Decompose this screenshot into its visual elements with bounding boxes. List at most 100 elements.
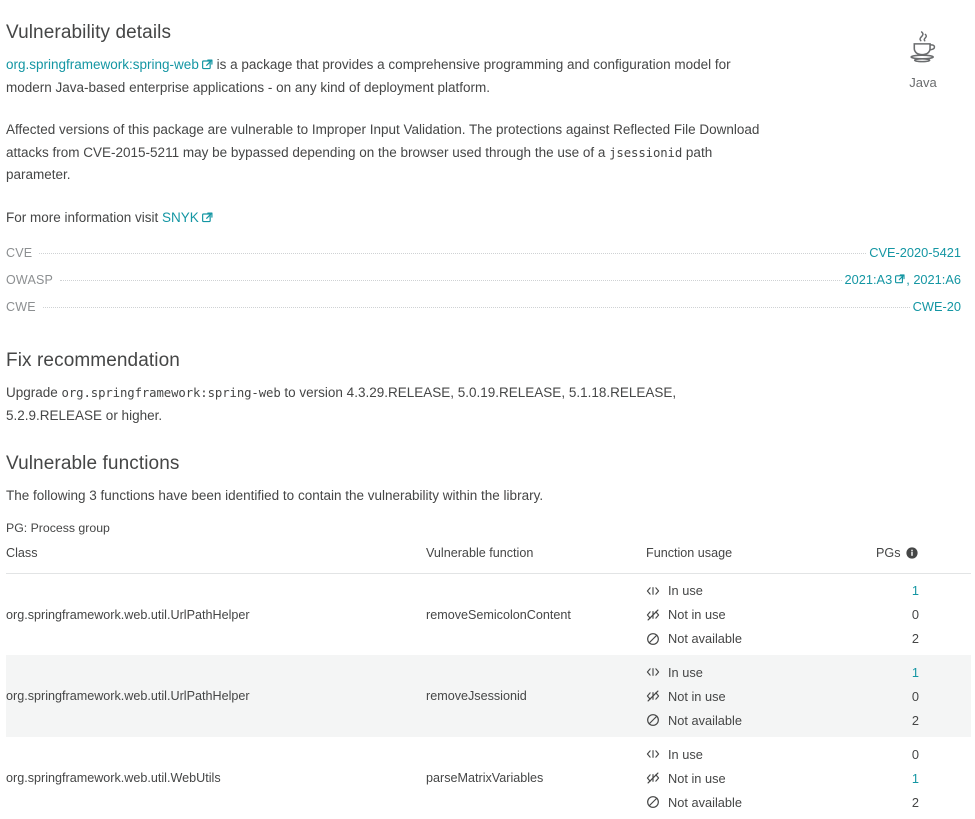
usage-label-not-available: Not available bbox=[668, 631, 742, 646]
meta-key-cve: CVE bbox=[6, 246, 36, 260]
code-brackets-icon bbox=[646, 665, 660, 679]
pg-line-group: 0 1 2 bbox=[876, 746, 971, 811]
pg-count-not-in-use: 0 bbox=[876, 606, 971, 623]
cell-pgs: 0 1 2 bbox=[876, 737, 971, 819]
java-coffee-cup-icon bbox=[901, 58, 945, 73]
cell-function: parseMatrixVariables bbox=[426, 737, 646, 819]
external-link-icon[interactable] bbox=[202, 59, 213, 70]
vulnerability-intro-paragraph: org.springframework:spring-web is a pack… bbox=[6, 54, 766, 99]
package-link[interactable]: org.springframework:spring-web bbox=[6, 57, 199, 72]
table-body: org.springframework.web.util.UrlPathHelp… bbox=[6, 573, 971, 819]
usage-label-not-available: Not available bbox=[668, 713, 742, 728]
usage-line-not-in-use: Not in use bbox=[646, 688, 876, 705]
usage-label-not-in-use: Not in use bbox=[668, 771, 726, 786]
cell-function: removeSemicolonContent bbox=[426, 573, 646, 655]
fix-recommendation-section: Fix recommendation Upgrade org.springfra… bbox=[6, 350, 961, 427]
usage-line-group: In use Not in use Not available bbox=[646, 746, 876, 811]
owasp-a3-link[interactable]: 2021:A3 bbox=[845, 272, 893, 287]
cell-class: org.springframework.web.util.WebUtils bbox=[6, 737, 426, 819]
process-group-note: PG: Process group bbox=[6, 521, 961, 535]
cwe-link[interactable]: CWE-20 bbox=[913, 299, 961, 314]
fix-package-name: org.springframework:spring-web bbox=[62, 386, 281, 400]
table-header-row: Class Vulnerable function Function usage… bbox=[6, 546, 971, 574]
column-header-function: Vulnerable function bbox=[426, 546, 646, 574]
usage-line-not-available: Not available bbox=[646, 794, 876, 811]
vulnerable-functions-section: Vulnerable functions The following 3 fun… bbox=[6, 453, 961, 819]
usage-line-not-available: Not available bbox=[646, 630, 876, 647]
column-header-class: Class bbox=[6, 546, 426, 574]
column-header-pgs-label: PGs bbox=[876, 546, 901, 560]
vulnerable-functions-title: Vulnerable functions bbox=[6, 453, 961, 475]
cell-usage: In use Not in use Not available bbox=[646, 737, 876, 819]
meta-row-cve: CVE CVE-2020-5421 bbox=[6, 245, 961, 272]
usage-label-in-use: In use bbox=[668, 665, 703, 680]
language-badge-label: Java bbox=[887, 75, 959, 90]
meta-leader-dots bbox=[60, 280, 841, 281]
meta-key-owasp: OWASP bbox=[6, 273, 57, 287]
meta-leader-dots bbox=[39, 253, 866, 254]
vulnerable-functions-table: Class Vulnerable function Function usage… bbox=[6, 546, 971, 819]
pg-count-not-available: 2 bbox=[876, 794, 971, 811]
cell-class: org.springframework.web.util.UrlPathHelp… bbox=[6, 655, 426, 737]
pg-count-not-in-use[interactable]: 1 bbox=[876, 770, 971, 787]
external-link-icon[interactable] bbox=[895, 274, 906, 285]
pg-count-in-use[interactable]: 1 bbox=[876, 582, 971, 599]
more-information-paragraph: For more information visit SNYK bbox=[6, 207, 766, 230]
cell-pgs: 1 0 2 bbox=[876, 573, 971, 655]
fix-recommendation-paragraph: Upgrade org.springframework:spring-web t… bbox=[6, 382, 766, 427]
meta-leader-dots bbox=[43, 307, 910, 308]
usage-label-not-in-use: Not in use bbox=[668, 607, 726, 622]
pg-line-group: 1 0 2 bbox=[876, 664, 971, 729]
language-badge: Java bbox=[887, 26, 959, 90]
more-info-prefix: For more information visit bbox=[6, 210, 162, 225]
vulnerability-details-title: Vulnerability details bbox=[6, 22, 961, 44]
usage-line-not-in-use: Not in use bbox=[646, 770, 876, 787]
vulnerability-meta-list: CVE CVE-2020-5421 OWASP 2021:A3 , 2021:A6… bbox=[6, 245, 961, 326]
pg-count-not-in-use: 0 bbox=[876, 688, 971, 705]
usage-line-not-available: Not available bbox=[646, 712, 876, 729]
meta-value-cve: CVE-2020-5421 bbox=[869, 245, 961, 260]
pg-count-in-use: 0 bbox=[876, 746, 971, 763]
usage-label-not-in-use: Not in use bbox=[668, 689, 726, 704]
code-brackets-slashed-icon bbox=[646, 771, 660, 785]
meta-key-cwe: CWE bbox=[6, 300, 40, 314]
usage-line-in-use: In use bbox=[646, 582, 876, 599]
usage-line-group: In use Not in use Not available bbox=[646, 582, 876, 647]
snyk-link[interactable]: SNYK bbox=[162, 210, 199, 225]
external-link-icon[interactable] bbox=[202, 212, 213, 223]
column-header-pgs: PGs bbox=[876, 546, 971, 574]
pg-count-not-available: 2 bbox=[876, 712, 971, 729]
meta-row-cwe: CWE CWE-20 bbox=[6, 299, 961, 326]
cve-link[interactable]: CVE-2020-5421 bbox=[869, 245, 961, 260]
pg-line-group: 1 0 2 bbox=[876, 582, 971, 647]
table-row[interactable]: org.springframework.web.util.UrlPathHelp… bbox=[6, 573, 971, 655]
code-brackets-icon bbox=[646, 747, 660, 761]
meta-value-cwe: CWE-20 bbox=[913, 299, 961, 314]
owasp-a6-link[interactable]: , 2021:A6 bbox=[906, 272, 961, 287]
circle-slash-icon bbox=[646, 795, 660, 809]
vulnerability-description-paragraph: Affected versions of this package are vu… bbox=[6, 119, 766, 187]
code-brackets-icon bbox=[646, 584, 660, 598]
description-mono-token: jsessionid bbox=[609, 146, 682, 160]
code-brackets-slashed-icon bbox=[646, 608, 660, 622]
usage-line-group: In use Not in use Not available bbox=[646, 664, 876, 729]
circle-slash-icon bbox=[646, 713, 660, 727]
table-row[interactable]: org.springframework.web.util.UrlPathHelp… bbox=[6, 655, 971, 737]
code-brackets-slashed-icon bbox=[646, 689, 660, 703]
usage-label-not-available: Not available bbox=[668, 795, 742, 810]
cell-usage: In use Not in use Not available bbox=[646, 655, 876, 737]
usage-label-in-use: In use bbox=[668, 747, 703, 762]
info-icon[interactable] bbox=[906, 547, 918, 559]
cell-pgs: 1 0 2 bbox=[876, 655, 971, 737]
cell-class: org.springframework.web.util.UrlPathHelp… bbox=[6, 573, 426, 655]
cell-usage: In use Not in use Not available bbox=[646, 573, 876, 655]
usage-line-not-in-use: Not in use bbox=[646, 606, 876, 623]
fix-prefix: Upgrade bbox=[6, 385, 62, 400]
meta-value-owasp: 2021:A3 , 2021:A6 bbox=[845, 272, 961, 287]
pg-count-in-use[interactable]: 1 bbox=[876, 664, 971, 681]
usage-label-in-use: In use bbox=[668, 583, 703, 598]
circle-slash-icon bbox=[646, 632, 660, 646]
fix-recommendation-title: Fix recommendation bbox=[6, 350, 961, 372]
vulnerable-functions-subtitle: The following 3 functions have been iden… bbox=[6, 485, 766, 507]
table-row[interactable]: org.springframework.web.util.WebUtils pa… bbox=[6, 737, 971, 819]
